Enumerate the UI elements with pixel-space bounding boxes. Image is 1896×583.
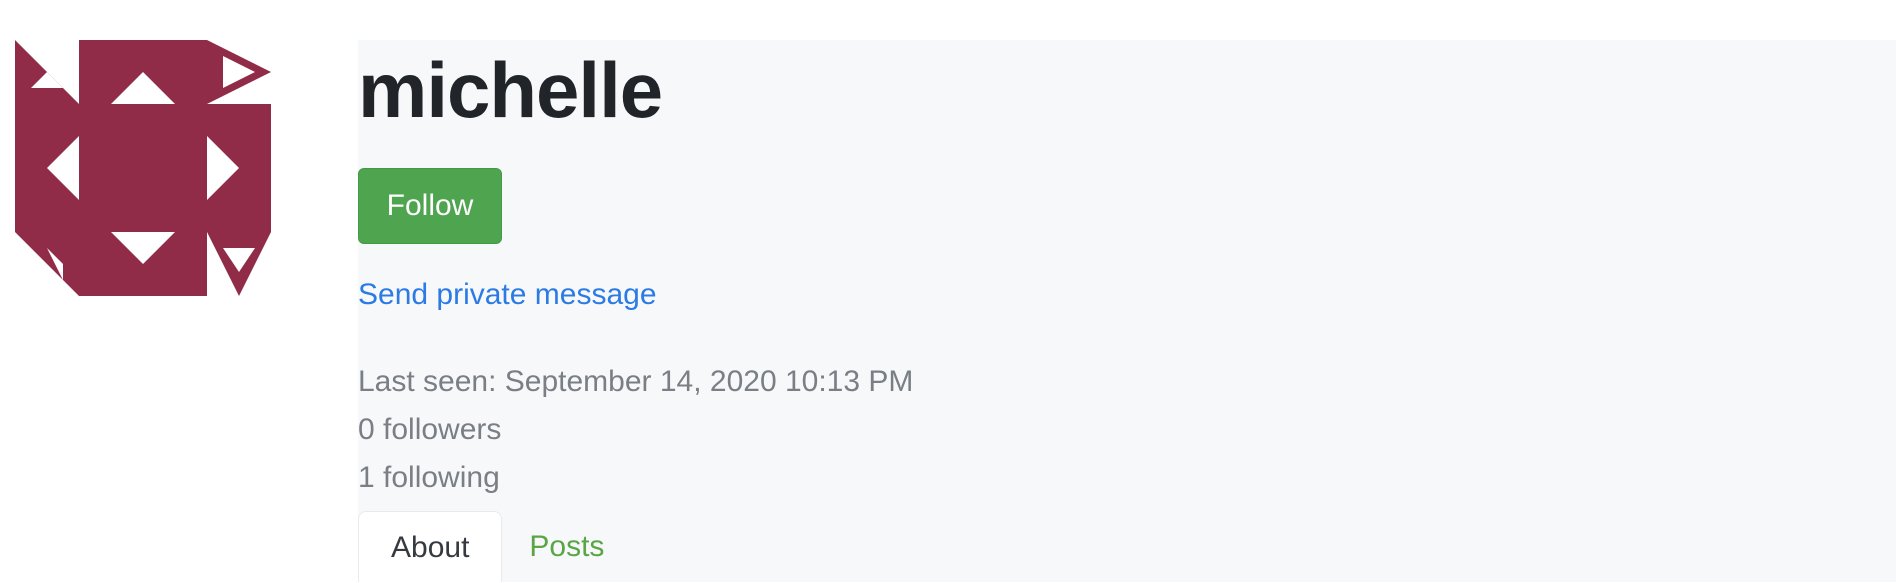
avatar [15,40,271,296]
follow-button[interactable]: Follow [358,168,502,244]
last-seen-text: Last seen: September 14, 2020 10:13 PM [358,365,914,398]
profile-panel: michelle Follow Send private message Las… [358,40,1896,582]
identicon-avatar-icon [15,40,271,296]
username-heading: michelle [358,46,663,134]
profile-meta: Last seen: September 14, 2020 10:13 PM 0… [358,358,913,502]
send-private-message-link[interactable]: Send private message [358,278,657,312]
followers-count: 0 followers [358,413,502,446]
tab-about[interactable]: About [358,511,503,582]
tab-posts[interactable]: Posts [502,511,631,582]
following-count: 1 following [358,461,500,494]
profile-tabs: About Posts [358,511,631,582]
